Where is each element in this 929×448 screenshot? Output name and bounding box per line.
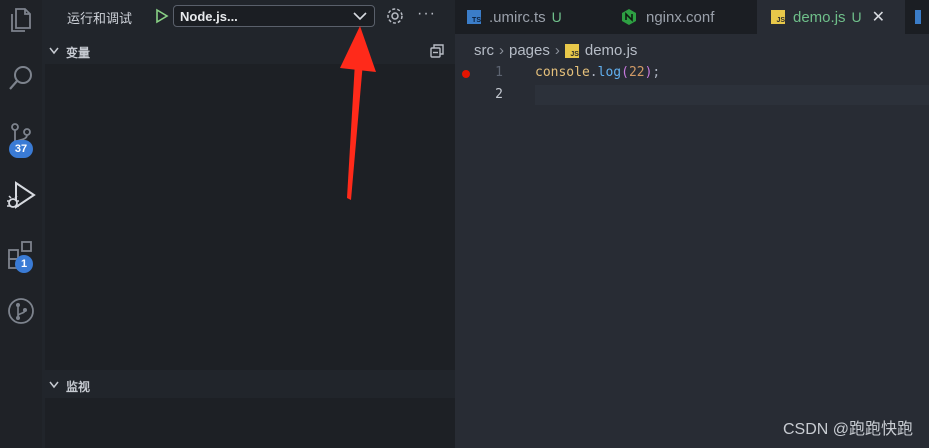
- variables-section-title: 变量: [66, 46, 91, 60]
- activity-bar: 37 1: [0, 0, 42, 448]
- debug-config-value: Node.js...: [180, 9, 238, 24]
- breadcrumb: src › pages › JS demo.js: [474, 42, 637, 59]
- tab-demo-js[interactable]: JS demo.js U ✕: [757, 0, 905, 34]
- tab-umirc[interactable]: TS .umirc.ts U: [467, 0, 602, 34]
- breadcrumb-item[interactable]: demo.js: [585, 42, 638, 59]
- search-icon[interactable]: [0, 58, 42, 98]
- nginx-file-icon: [622, 9, 636, 25]
- code-line[interactable]: console.log(22);: [535, 65, 660, 80]
- explorer-icon[interactable]: [0, 0, 42, 40]
- tab-label: .umirc.ts: [489, 8, 546, 26]
- typescript-file-icon: TS: [467, 10, 481, 24]
- extensions-badge: 1: [15, 255, 33, 273]
- run-debug-title: 运行和调试: [67, 11, 133, 26]
- git-graph-icon[interactable]: [0, 291, 42, 331]
- javascript-file-icon: JS: [771, 10, 785, 24]
- code-token: 22: [628, 65, 645, 80]
- watermark: CSDN @跑跑快跑: [782, 421, 913, 438]
- code-token: .: [589, 65, 598, 80]
- more-actions-icon[interactable]: ···: [417, 5, 436, 23]
- code-token: ;: [652, 65, 661, 80]
- run-debug-header: 运行和调试 Node.js... ···: [42, 0, 455, 34]
- watch-section-title: 监视: [66, 380, 91, 394]
- line-number: 2: [495, 87, 503, 102]
- javascript-file-icon: JS: [564, 43, 579, 58]
- annotation-arrow: [340, 26, 376, 200]
- line-number: 1: [495, 65, 503, 80]
- chevron-right-icon: ›: [499, 42, 504, 59]
- tab-untracked-badge: U: [851, 9, 862, 25]
- breadcrumb-item[interactable]: pages: [509, 42, 550, 59]
- tab-label: demo.js: [793, 8, 846, 26]
- editor-tab-bar: TS .umirc.ts U nginx.conf JS demo.js U ✕: [455, 0, 929, 34]
- tab-label: nginx.conf: [646, 8, 715, 26]
- variables-panel: [45, 64, 455, 370]
- close-icon[interactable]: ✕: [872, 7, 885, 27]
- tab-overflow[interactable]: [915, 0, 929, 34]
- editor-area[interactable]: src › pages › JS demo.js 1 2 console.log…: [455, 34, 929, 448]
- caret-down-icon: [49, 381, 59, 389]
- run-debug-icon[interactable]: [0, 175, 42, 215]
- breadcrumb-item[interactable]: src: [474, 42, 494, 59]
- variables-section-header[interactable]: 变量: [42, 38, 455, 64]
- current-line-highlight: [535, 85, 929, 105]
- chevron-right-icon: ›: [554, 42, 560, 59]
- watch-panel: [45, 398, 455, 448]
- code-token: (: [621, 65, 629, 80]
- start-debugging-icon[interactable]: [152, 7, 170, 25]
- tab-nginx[interactable]: nginx.conf: [621, 0, 751, 34]
- breakpoint-icon[interactable]: [462, 70, 470, 78]
- code-token: log: [597, 65, 622, 80]
- collapse-all-icon[interactable]: [429, 43, 445, 59]
- gear-icon[interactable]: [385, 6, 405, 26]
- typescript-file-icon: [915, 10, 921, 24]
- watch-section-header[interactable]: 监视: [42, 372, 455, 398]
- code-token: console: [535, 65, 590, 80]
- caret-down-icon: [49, 47, 59, 55]
- source-control-badge: 37: [9, 140, 33, 158]
- tab-untracked-badge: U: [551, 9, 562, 25]
